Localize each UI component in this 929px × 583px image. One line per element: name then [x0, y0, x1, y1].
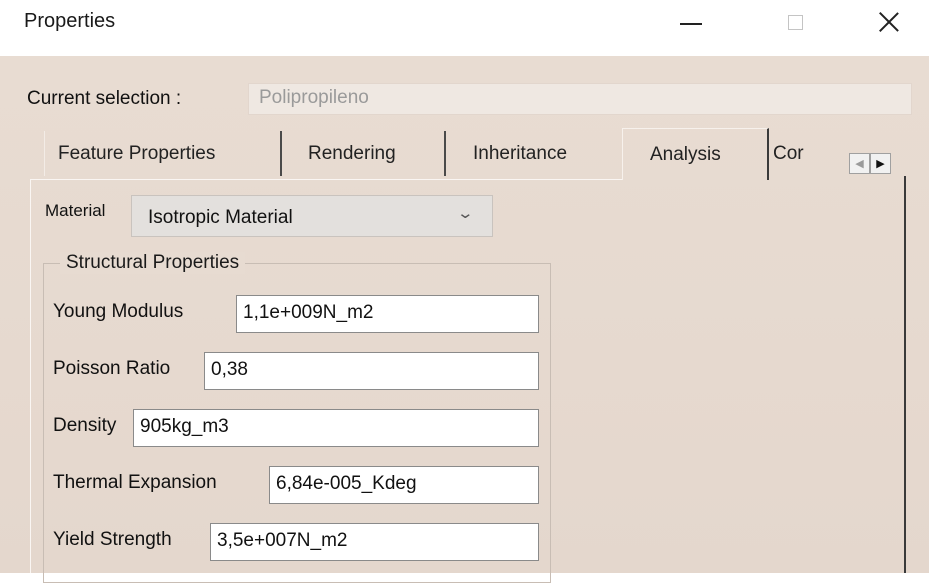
density-field[interactable]: 905kg_m3	[133, 409, 539, 447]
young-modulus-label: Young Modulus	[53, 301, 184, 322]
material-dropdown[interactable]: Isotropic Material ⌄	[131, 195, 493, 237]
arrow-left-icon: ◀	[855, 158, 864, 170]
thermal-expansion-label: Thermal Expansion	[53, 472, 217, 493]
material-label: Material	[45, 201, 106, 220]
window-title: Properties	[24, 10, 116, 32]
poisson-ratio-label: Poisson Ratio	[53, 358, 171, 379]
tab-inheritance[interactable]: Inheritance	[448, 131, 620, 176]
title-bar: Properties	[0, 0, 929, 56]
tab-feature-properties[interactable]: Feature Properties	[44, 131, 282, 176]
maximize-icon	[787, 14, 803, 30]
close-button[interactable]	[860, 0, 918, 44]
maximize-button[interactable]	[766, 0, 824, 44]
young-modulus-field[interactable]: 1,1e+009N_m2	[236, 295, 539, 333]
close-icon	[878, 11, 900, 33]
tab-rendering[interactable]: Rendering	[284, 131, 446, 176]
minimize-button[interactable]	[662, 0, 720, 44]
chevron-down-icon: ⌄	[456, 205, 475, 222]
dialog-body: Current selection : Polipropileno Featur…	[0, 56, 929, 583]
tab-cor[interactable]: Cor	[771, 131, 815, 176]
tab-panel-border-right	[904, 176, 906, 573]
structural-properties-title: Structural Properties	[60, 252, 246, 274]
poisson-ratio-field[interactable]: 0,38	[204, 352, 539, 390]
tab-analysis[interactable]: Analysis	[622, 128, 769, 180]
minimize-icon	[680, 23, 702, 25]
thermal-expansion-field[interactable]: 6,84e-005_Kdeg	[269, 466, 539, 504]
yield-strength-field[interactable]: 3,5e+007N_m2	[210, 523, 539, 561]
tab-scroll-right-button[interactable]: ▶	[870, 153, 891, 174]
tab-scroll-left-button[interactable]: ◀	[849, 153, 870, 174]
material-dropdown-value: Isotropic Material	[148, 207, 293, 228]
tab-panel-border-top	[30, 179, 622, 180]
tab-panel-border-left	[30, 179, 31, 573]
arrow-right-icon: ▶	[876, 158, 885, 170]
density-label: Density	[53, 415, 117, 436]
yield-strength-label: Yield Strength	[53, 529, 172, 550]
current-selection-label: Current selection :	[27, 88, 182, 109]
current-selection-field: Polipropileno	[248, 83, 912, 115]
